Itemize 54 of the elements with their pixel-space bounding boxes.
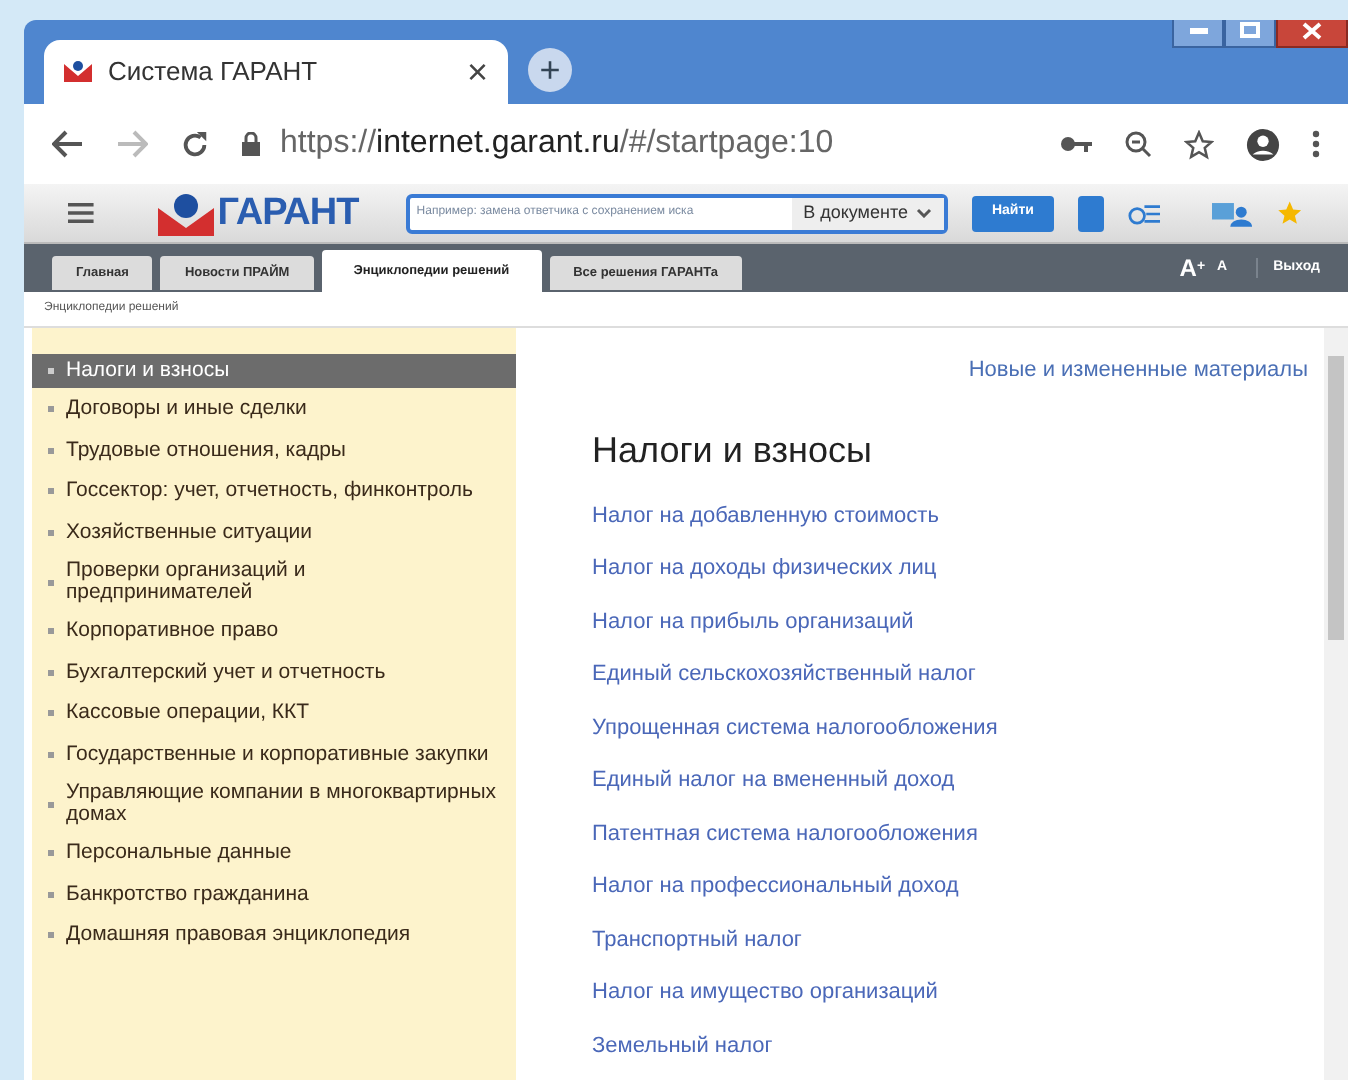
sidebar-item[interactable]: Проверки организаций и предпринимателей — [32, 554, 516, 610]
sidebar-item[interactable]: Корпоративное право — [32, 612, 516, 651]
scope-dropdown[interactable]: В документе — [791, 197, 944, 229]
topic-link[interactable]: Единый налог на вмененный доход — [592, 764, 1308, 797]
sidebar-item[interactable]: Бухгалтерский учет и отчетность — [32, 653, 516, 692]
sidebar-item[interactable]: Государственные и корпоративные закупки — [32, 735, 516, 774]
increase-font-button[interactable]: A$^{+}$ — [1179, 250, 1206, 286]
sidebar-item[interactable]: Трудовые отношения, кадры — [32, 431, 516, 470]
topic-link[interactable]: Патентная система налогообложения — [592, 817, 1308, 850]
topic-link[interactable]: Транспортный налог — [592, 923, 1308, 956]
reload-icon[interactable] — [180, 129, 210, 159]
topic-link[interactable]: Налог на профессиональный доход — [592, 870, 1308, 903]
sidebar-item[interactable]: Персональные данные — [32, 834, 516, 873]
page-heading: Налоги и взносы — [592, 427, 874, 473]
account-icon[interactable] — [1246, 127, 1280, 161]
new-tab-button[interactable]: + — [528, 48, 572, 92]
garant-logo[interactable]: ГАРАНТ — [157, 191, 359, 235]
lock-icon — [242, 132, 260, 156]
browser-tab[interactable]: Система ГАРАНТ × — [44, 40, 508, 104]
menu-icon[interactable] — [1312, 130, 1320, 158]
minimize-button[interactable] — [1172, 20, 1224, 48]
close-tab-button[interactable]: × — [466, 45, 488, 99]
topic-link[interactable]: Налог на прибыль организаций — [592, 605, 1308, 638]
zoom-icon[interactable] — [1124, 130, 1152, 158]
topic-link[interactable]: Упрощенная система налогообложения — [592, 711, 1308, 744]
logo-icon — [64, 60, 92, 84]
favorites-star-icon[interactable] — [1276, 198, 1304, 228]
sidebar-item[interactable]: Хозяйственные ситуации — [32, 513, 516, 552]
sidebar-item[interactable]: Договоры и иные сделки — [32, 390, 516, 429]
sidebar-item[interactable]: Кассовые операции, ККТ — [32, 694, 516, 733]
tab-title: Система ГАРАНТ — [108, 54, 320, 91]
add-button[interactable] — [1077, 195, 1104, 231]
topic-link[interactable]: Единый сельскохозяйственный налог — [592, 658, 1308, 691]
sidebar-item[interactable]: Домашняя правовая энциклопедия — [32, 916, 516, 955]
sidebar-item[interactable]: Налоги и взносы — [32, 354, 516, 388]
sidebar-item[interactable]: Банкротство гражданина — [32, 875, 516, 914]
scrollbar[interactable] — [1324, 328, 1348, 1080]
sidebar-item[interactable]: Госсектор: учет, отчетность, финконтроль — [32, 472, 516, 511]
menu-icon[interactable] — [68, 202, 94, 224]
topic-link[interactable]: Земельный налог — [592, 1029, 1308, 1062]
key-icon[interactable] — [1060, 134, 1092, 154]
topic-link[interactable]: Налог на добавленную стоимость — [592, 499, 1308, 532]
star-icon[interactable] — [1184, 129, 1214, 159]
close-icon — [1302, 21, 1322, 39]
users-icon[interactable] — [1212, 199, 1253, 227]
back-icon[interactable] — [52, 130, 84, 158]
close-window-button[interactable] — [1276, 20, 1348, 48]
sidebar-item[interactable]: Управляющие компании в многоквартирных домах — [32, 776, 516, 832]
chevron-down-icon — [915, 208, 932, 218]
maximize-button[interactable] — [1224, 20, 1276, 48]
new-materials-link[interactable]: Новые и измененные материалы — [968, 354, 1308, 387]
search-list-icon[interactable] — [1127, 201, 1161, 225]
topic-link[interactable]: Налог на доходы физических лиц — [592, 552, 1308, 585]
topic-link[interactable]: Налог на имущество организаций — [592, 976, 1308, 1009]
